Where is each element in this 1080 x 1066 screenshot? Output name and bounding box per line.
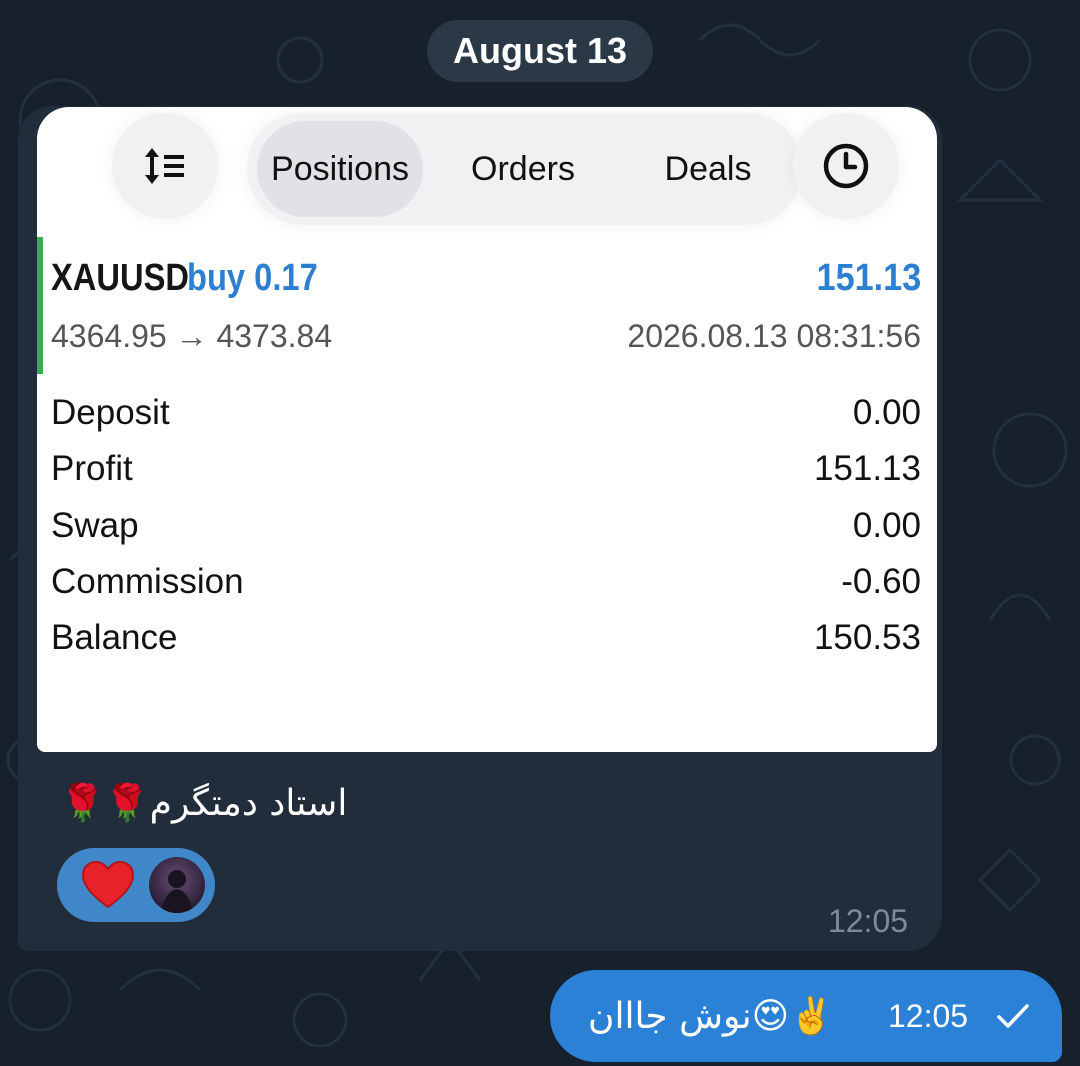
check-icon (997, 1004, 1029, 1028)
summary-label: Commission (51, 562, 244, 601)
message-caption: استاد دمتگرم🌹🌹 (60, 773, 380, 833)
summary-row-swap: Swap 0.00 (51, 506, 921, 562)
summary-row-profit: Profit 151.13 (51, 449, 921, 505)
summary-label: Balance (51, 618, 178, 657)
avatar[interactable] (149, 857, 205, 913)
position-side: buy 0.17 (187, 257, 318, 299)
trade-screenshot[interactable]: Positions Orders Deals XAUUSD buy 0.17 1… (37, 107, 937, 752)
date-separator: August 13 (427, 20, 653, 82)
summary-label: Swap (51, 506, 139, 545)
summary-label: Deposit (51, 393, 170, 432)
summary-value: 150.53 (813, 618, 921, 657)
sort-button[interactable] (112, 113, 218, 219)
summary-label: Profit (51, 449, 133, 488)
position-profit: 151.13 (816, 257, 921, 299)
tab-deals[interactable]: Deals (622, 113, 794, 225)
sort-icon (145, 148, 184, 184)
heart-icon (81, 860, 135, 909)
outgoing-timestamp: 12:05 (888, 998, 969, 1034)
summary-value: 0.00 (852, 393, 921, 432)
summary-value: 151.13 (813, 449, 921, 488)
summary-row-deposit: Deposit 0.00 (51, 393, 921, 449)
position-time: 2026.08.13 08:31:56 (627, 318, 921, 354)
caption-text: استاد دمتگرم🌹🌹 (60, 783, 348, 824)
reaction-chip[interactable]: ❤️ (57, 848, 215, 922)
position-prices: 4364.95 → 4373.84 (51, 318, 333, 354)
outgoing-message-bubble[interactable]: نوش جااان😍✌️ 12:05 (550, 970, 1062, 1062)
incoming-timestamp: 12:05 (828, 903, 909, 939)
position-symbol: XAUUSD (51, 257, 190, 299)
summary-value: -0.60 (841, 562, 921, 601)
tab-bar: Positions Orders Deals (247, 113, 802, 225)
clock-icon (823, 143, 869, 189)
avatar-silhouette-icon (161, 870, 193, 913)
history-button[interactable] (793, 113, 899, 219)
position-indicator-bar (37, 237, 43, 374)
summary-value: 0.00 (852, 506, 921, 545)
tab-orders[interactable]: Orders (437, 113, 609, 225)
summary-row-commission: Commission -0.60 (51, 562, 921, 618)
summary-row-balance: Balance 150.53 (51, 618, 921, 674)
outgoing-text: نوش جااان😍✌️ (588, 996, 835, 1037)
tab-positions[interactable]: Positions (257, 113, 423, 225)
